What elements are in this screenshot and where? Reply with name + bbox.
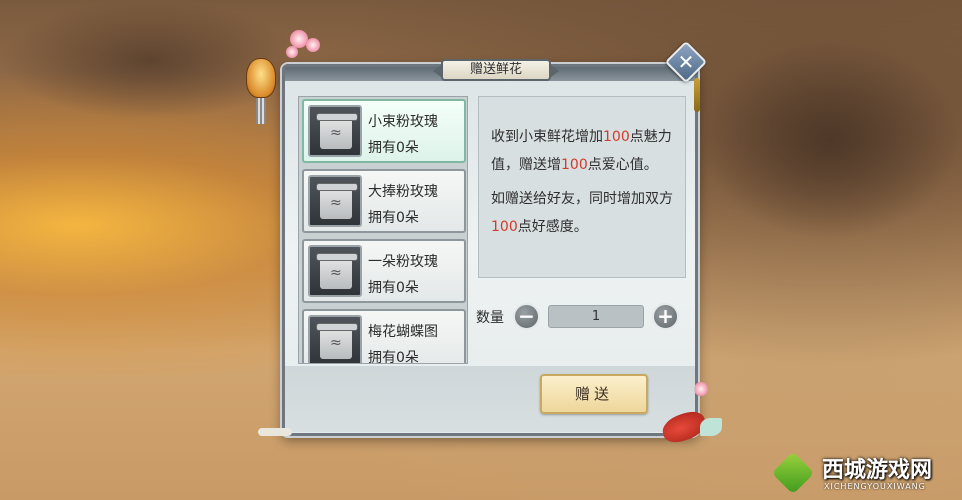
flower-item[interactable]: 梅花蝴蝶图 拥有0朵 bbox=[302, 309, 466, 364]
watermark-subtitle: XICHENGYOUXIWANG bbox=[824, 482, 926, 491]
flower-item[interactable]: 大捧粉玫瑰 拥有0朵 bbox=[302, 169, 466, 233]
flower-item[interactable]: 一朵粉玫瑰 拥有0朵 bbox=[302, 239, 466, 303]
item-description: 收到小束鲜花增加100点魅力值，赠送增100点爱心值。 如赠送给好友，同时增加双… bbox=[478, 96, 686, 278]
item-count: 拥有0朵 bbox=[368, 210, 419, 226]
plus-button[interactable]: + bbox=[652, 303, 679, 330]
lantern-decoration bbox=[246, 58, 276, 98]
watermark: 西城游戏网 XICHENGYOUXIWANG bbox=[768, 448, 958, 498]
description-paragraph: 如赠送给好友，同时增加双方 100点好感度。 bbox=[491, 185, 675, 241]
blossom-decoration bbox=[286, 46, 298, 58]
scroll-decoration bbox=[258, 428, 292, 436]
item-name: 小束粉玫瑰 bbox=[368, 114, 438, 130]
background-shadow bbox=[700, 40, 960, 240]
description-number: 100 bbox=[561, 157, 588, 173]
item-count: 拥有0朵 bbox=[368, 140, 419, 156]
description-text: 点爱心值。 bbox=[587, 157, 658, 173]
close-icon[interactable]: ✕ bbox=[671, 47, 701, 77]
flower-item-list[interactable]: 小束粉玫瑰 拥有0朵 大捧粉玫瑰 拥有0朵 一朵粉玫瑰 拥有0朵 梅花蝴蝶图 拥… bbox=[298, 96, 468, 364]
scroll-icon bbox=[308, 175, 362, 227]
description-text: 点好感度。 bbox=[517, 219, 588, 235]
flower-item[interactable]: 小束粉玫瑰 拥有0朵 bbox=[302, 99, 466, 163]
item-count: 拥有0朵 bbox=[368, 350, 419, 364]
lantern-tassel-decoration bbox=[256, 98, 266, 124]
item-name: 一朵粉玫瑰 bbox=[368, 254, 438, 270]
quantity-label: 数量 bbox=[476, 310, 504, 326]
watermark-title: 西城游戏网 bbox=[822, 458, 933, 483]
send-button[interactable]: 赠送 bbox=[540, 374, 648, 414]
description-number: 100 bbox=[491, 219, 518, 235]
scroll-icon bbox=[308, 245, 362, 297]
minus-button[interactable]: − bbox=[513, 303, 540, 330]
scroll-icon bbox=[308, 105, 362, 157]
description-number: 100 bbox=[603, 129, 630, 145]
leaf-decoration bbox=[700, 418, 722, 436]
description-text: 收到小束鲜花增加 bbox=[491, 129, 603, 145]
item-count: 拥有0朵 bbox=[368, 280, 419, 296]
blossom-decoration bbox=[306, 38, 320, 52]
watermark-logo-icon bbox=[771, 451, 815, 495]
scroll-icon bbox=[308, 315, 362, 363]
dialog-title: 赠送鲜花 bbox=[433, 59, 559, 81]
item-name: 梅花蝴蝶图 bbox=[368, 324, 438, 340]
quantity-field[interactable]: 1 bbox=[548, 305, 644, 328]
item-name: 大捧粉玫瑰 bbox=[368, 184, 438, 200]
description-text: 如赠送给好友，同时增加双方 bbox=[491, 191, 673, 207]
tassel-decoration bbox=[694, 78, 700, 112]
description-paragraph: 收到小束鲜花增加100点魅力值，赠送增100点爱心值。 bbox=[491, 123, 675, 179]
blossom-decoration bbox=[694, 382, 708, 396]
